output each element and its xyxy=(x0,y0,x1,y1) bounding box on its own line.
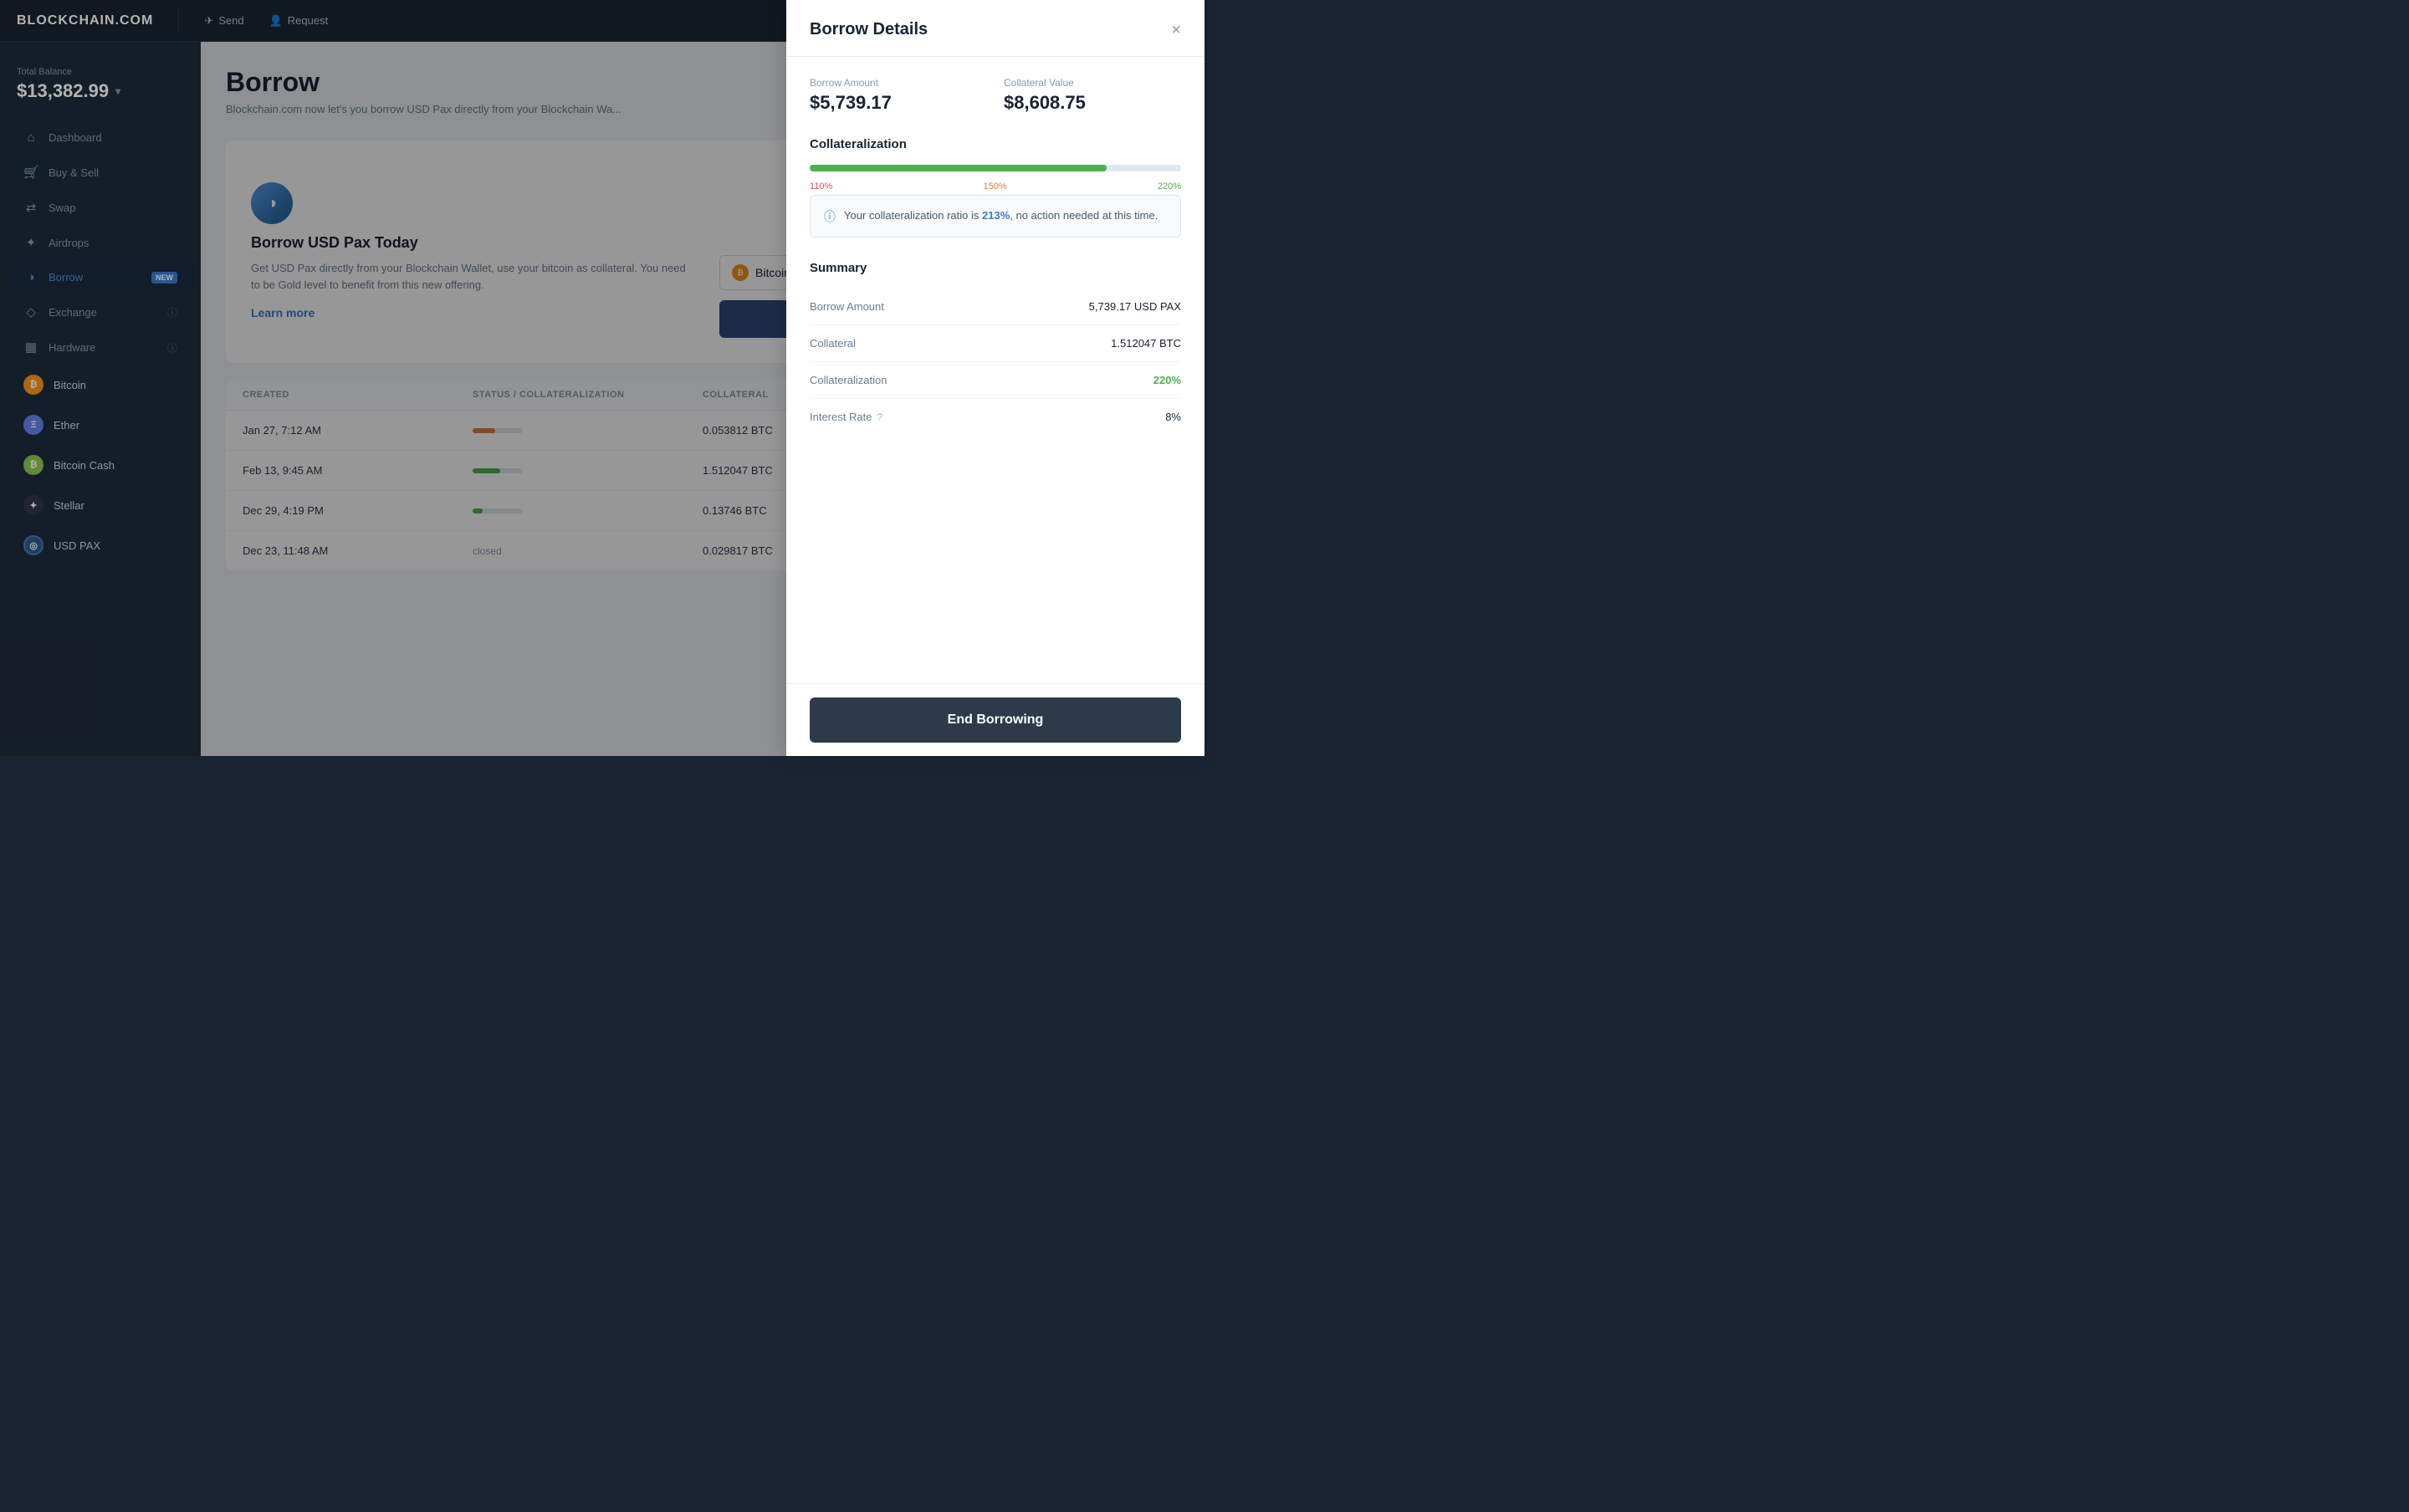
collateral-info-box: ⓘ Your collateralization ratio is 213%, … xyxy=(810,195,1181,238)
borrow-amount-value: $5,739.17 xyxy=(810,92,987,114)
panel-header: Borrow Details × xyxy=(786,0,1204,57)
collateral-bar-fill xyxy=(810,165,1107,171)
summary-row-borrow-amount: Borrow Amount 5,739.17 USD PAX xyxy=(810,289,1181,325)
main-layout: Total Balance $13,382.99 ▾ ⌂ Dashboard 🛒… xyxy=(0,42,1204,756)
summary-collateral-value: 1.512047 BTC xyxy=(1111,337,1181,350)
info-text: Your collateralization ratio is 213%, no… xyxy=(844,207,1158,224)
panel-footer: End Borrowing xyxy=(786,683,1204,756)
collateralization-title: Collateralization xyxy=(810,137,1181,151)
summary-section: Summary Borrow Amount 5,739.17 USD PAX C… xyxy=(810,261,1181,435)
panel-title: Borrow Details xyxy=(810,20,928,39)
summary-collateral-label: Collateral xyxy=(810,337,856,350)
summary-borrow-value: 5,739.17 USD PAX xyxy=(1089,300,1181,313)
summary-interest-label: Interest Rate ? xyxy=(810,411,882,423)
end-borrowing-button[interactable]: End Borrowing xyxy=(810,697,1181,743)
collateral-value-label: Collateral Value xyxy=(1004,77,1181,89)
info-circle-icon: ⓘ xyxy=(824,208,836,225)
summary-row-interest: Interest Rate ? 8% xyxy=(810,399,1181,435)
collateral-progress-bar xyxy=(810,165,1181,171)
marker-110: 110% xyxy=(810,181,832,192)
borrow-detail-panel: Borrow Details × Borrow Amount $5,739.17… xyxy=(786,0,1204,756)
summary-borrow-label: Borrow Amount xyxy=(810,300,884,313)
marker-150: 150% xyxy=(984,181,1007,192)
collateral-value-section: Collateral Value $8,608.75 xyxy=(1004,77,1181,114)
marker-220: 220% xyxy=(1158,181,1181,192)
panel-values: Borrow Amount $5,739.17 Collateral Value… xyxy=(810,77,1181,114)
collateral-markers: 110% 150% 220% xyxy=(810,178,1181,195)
summary-row-collateral: Collateral 1.512047 BTC xyxy=(810,325,1181,362)
summary-row-collateralization: Collateralization 220% xyxy=(810,362,1181,399)
close-button[interactable]: × xyxy=(1171,22,1181,38)
summary-collateralization-label: Collateralization xyxy=(810,374,887,386)
summary-title: Summary xyxy=(810,261,1181,275)
borrow-amount-section: Borrow Amount $5,739.17 xyxy=(810,77,987,114)
collateral-value-amount: $8,608.75 xyxy=(1004,92,1181,114)
summary-collateralization-value: 220% xyxy=(1153,374,1181,386)
summary-interest-value: 8% xyxy=(1165,411,1181,423)
panel-body: Borrow Amount $5,739.17 Collateral Value… xyxy=(786,57,1204,683)
interest-help-icon[interactable]: ? xyxy=(877,411,882,423)
collateral-bar-wrapper xyxy=(810,165,1181,171)
borrow-amount-label: Borrow Amount xyxy=(810,77,987,89)
